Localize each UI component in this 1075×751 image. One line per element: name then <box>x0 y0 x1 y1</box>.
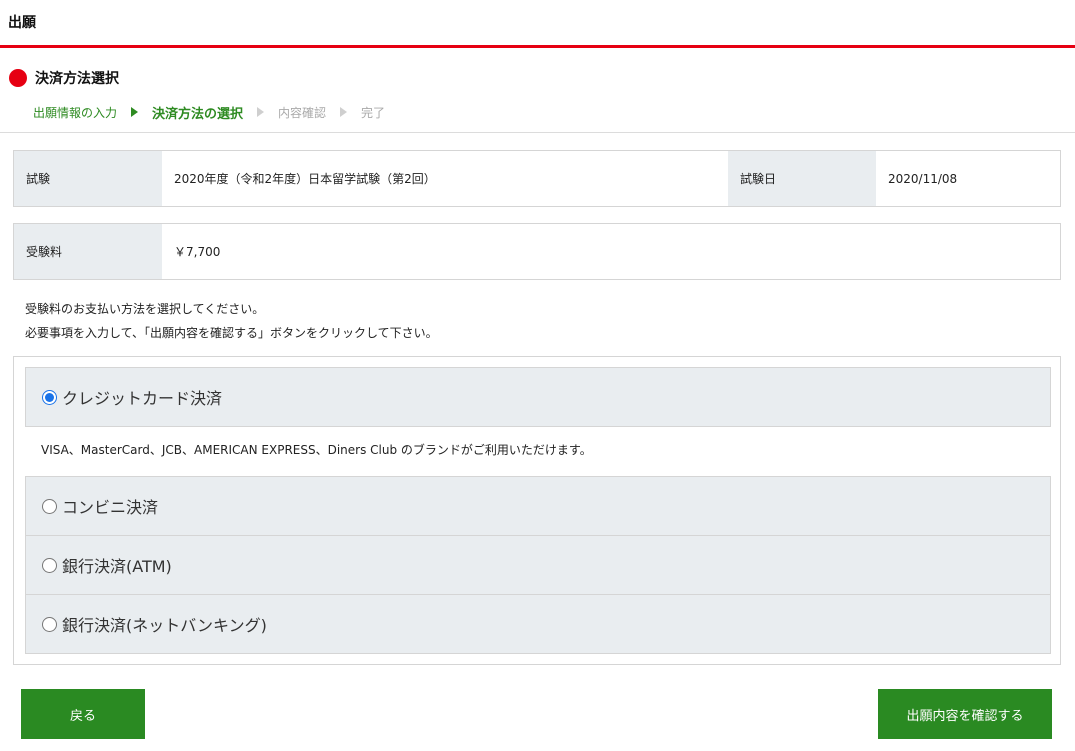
step-input-info: 出願情報の入力 <box>33 105 118 120</box>
fee-info-table: 受験料 ￥7,700 <box>13 223 1061 280</box>
exam-info-table: 試験 2020年度（令和2年度）日本留学試験（第2回） 試験日 2020/11/… <box>13 150 1061 207</box>
step-confirm: 内容確認 <box>278 105 327 120</box>
section-title: 決済方法選択 <box>35 71 119 87</box>
step-arrow-icon <box>131 107 139 117</box>
exam-label: 試験 <box>14 151 162 206</box>
step-complete: 完了 <box>361 105 386 120</box>
radio-net-banking[interactable] <box>42 616 57 632</box>
page-title: 出願 <box>8 15 36 31</box>
credit-card-label: クレジットカード決済 <box>62 389 223 408</box>
top-header: 出願 <box>0 0 1075 48</box>
instruction-line-1: 受験料のお支払い方法を選択してください。 <box>25 302 265 316</box>
payment-method-box: クレジットカード決済 VISA、MasterCard、JCB、AMERICAN … <box>13 356 1061 665</box>
option-convenience-store[interactable]: コンビニ決済 <box>25 476 1051 536</box>
radio-credit-card[interactable] <box>42 389 57 405</box>
fee-label: 受験料 <box>14 224 162 279</box>
section-heading: 決済方法選択 <box>9 68 119 88</box>
option-net-banking[interactable]: 銀行決済(ネットバンキング) <box>25 594 1051 654</box>
instruction-line-2: 必要事項を入力して、「出願内容を確認する」ボタンをクリックして下さい。 <box>25 326 438 340</box>
bank-atm-label: 銀行決済(ATM) <box>62 557 172 576</box>
section-divider <box>0 132 1075 133</box>
exam-date-value: 2020/11/08 <box>888 171 958 186</box>
exam-date-label: 試験日 <box>728 151 876 206</box>
radio-bank-atm[interactable] <box>42 557 57 573</box>
step-arrow-icon <box>257 107 265 117</box>
radio-convenience-store[interactable] <box>42 498 57 514</box>
red-circle-icon <box>9 69 27 87</box>
confirm-application-button[interactable]: 出願内容を確認する <box>878 689 1052 739</box>
option-credit-card[interactable]: クレジットカード決済 <box>25 367 1051 427</box>
convenience-store-label: コンビニ決済 <box>62 498 159 517</box>
progress-steps: 出願情報の入力 決済方法の選択 内容確認 完了 <box>33 102 385 122</box>
exam-value: 2020年度（令和2年度）日本留学試験（第2回） <box>174 172 436 186</box>
credit-card-brands: VISA、MasterCard、JCB、AMERICAN EXPRESS、Din… <box>41 443 592 457</box>
option-bank-atm[interactable]: 銀行決済(ATM) <box>25 535 1051 595</box>
instructions: 受験料のお支払い方法を選択してください。 必要事項を入力して、「出願内容を確認す… <box>25 297 438 345</box>
net-banking-label: 銀行決済(ネットバンキング) <box>62 616 267 635</box>
step-arrow-icon <box>340 107 348 117</box>
step-select-payment: 決済方法の選択 <box>152 106 244 122</box>
back-button[interactable]: 戻る <box>21 689 145 739</box>
fee-value: ￥7,700 <box>174 245 221 259</box>
